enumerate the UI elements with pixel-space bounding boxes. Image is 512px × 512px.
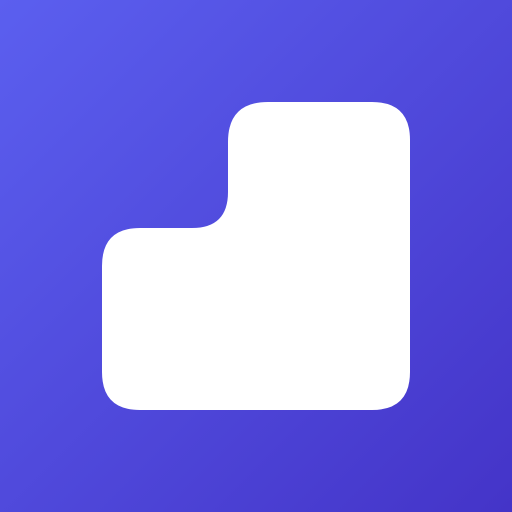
app-icon (0, 0, 512, 512)
app-icon-canvas (0, 0, 512, 512)
